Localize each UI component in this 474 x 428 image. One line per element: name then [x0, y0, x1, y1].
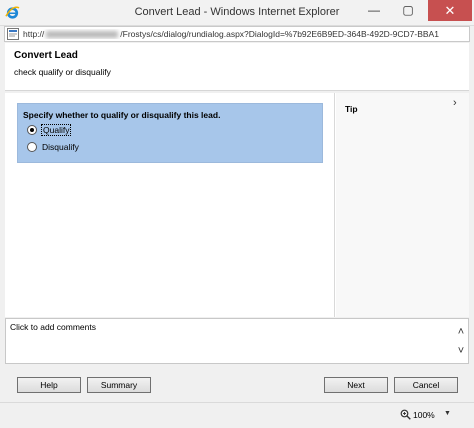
zoom-level[interactable]: 100%: [413, 410, 435, 420]
disqualify-radio[interactable]: [27, 142, 37, 152]
url-prefix: http://: [23, 29, 45, 39]
chevron-right-icon[interactable]: ›: [453, 97, 457, 109]
dialog-subtitle: check qualify or disqualify: [14, 67, 111, 77]
scroll-up-icon[interactable]: ˄: [454, 325, 468, 339]
dialog-content: Specify whether to qualify or disqualify…: [5, 93, 469, 317]
comments-placeholder: Click to add comments: [10, 322, 96, 332]
disqualify-label[interactable]: Disqualify: [42, 142, 79, 152]
zoom-dropdown-icon[interactable]: ▼: [444, 410, 451, 417]
summary-button[interactable]: Summary: [87, 377, 151, 393]
qualify-radio[interactable]: [27, 125, 37, 135]
tip-pane: Tip ›: [336, 93, 469, 317]
close-button[interactable]: ✕: [428, 0, 472, 21]
url-path: /Frostys/cs/dialog/rundialog.aspx?Dialog…: [120, 29, 439, 39]
maximize-button[interactable]: ▢: [394, 0, 422, 21]
dialog-title: Convert Lead: [14, 50, 78, 61]
scroll-down-icon[interactable]: ˅: [454, 344, 468, 358]
cancel-button[interactable]: Cancel: [394, 377, 458, 393]
address-bar[interactable]: http:// /Frostys/cs/dialog/rundialog.aspx…: [4, 26, 470, 42]
minimize-button[interactable]: —: [360, 0, 388, 21]
redacted-host: [46, 31, 119, 39]
window-titlebar: Convert Lead - Windows Internet Explorer…: [0, 0, 474, 26]
comments-field[interactable]: Click to add comments ˄ ˅: [5, 318, 469, 364]
status-bar: 100% ▼: [0, 402, 474, 428]
next-button[interactable]: Next: [324, 377, 388, 393]
qualify-question-box: Specify whether to qualify or disqualify…: [17, 103, 323, 163]
qualify-label[interactable]: Qualify: [40, 124, 72, 136]
zoom-icon[interactable]: [400, 409, 411, 420]
help-button[interactable]: Help: [17, 377, 81, 393]
question-label: Specify whether to qualify or disqualify…: [23, 110, 221, 120]
radio-selected-dot: [30, 128, 34, 132]
tip-label: Tip: [345, 104, 358, 114]
dialog-main-pane: Specify whether to qualify or disqualify…: [5, 93, 335, 317]
address-url: http:// /Frostys/cs/dialog/rundialog.aspx…: [23, 29, 467, 39]
dialog-header: Convert Lead check qualify or disqualify: [5, 43, 469, 91]
page-icon: [7, 28, 19, 40]
